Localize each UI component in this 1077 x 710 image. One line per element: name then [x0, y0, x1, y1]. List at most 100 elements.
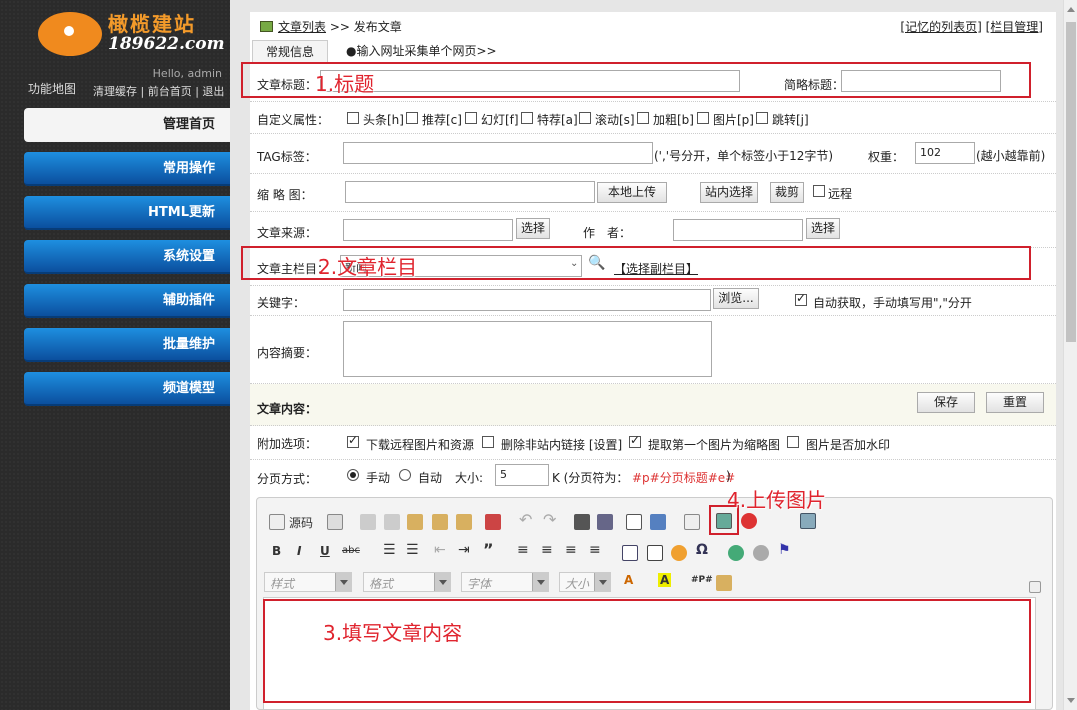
- download-remote-checkbox[interactable]: [347, 433, 359, 448]
- bold-icon[interactable]: B: [272, 544, 281, 558]
- format-select[interactable]: 格式: [363, 572, 451, 592]
- remove-links-checkbox[interactable]: [482, 436, 494, 448]
- size-input[interactable]: 5: [495, 464, 549, 486]
- nav-plugins[interactable]: 辅助插件: [24, 284, 230, 318]
- weight-input[interactable]: 102: [915, 142, 975, 164]
- text-color-icon[interactable]: A: [624, 573, 633, 587]
- category-manage-link[interactable]: [栏目管理]: [986, 20, 1043, 34]
- auto-keywords-checkbox[interactable]: [795, 291, 807, 306]
- font-select[interactable]: 字体: [461, 572, 549, 592]
- source-button-label[interactable]: 源码: [289, 514, 313, 531]
- nav-system-settings[interactable]: 系统设置: [24, 240, 230, 274]
- style-select[interactable]: 样式: [264, 572, 352, 592]
- maximize-icon[interactable]: [800, 513, 816, 529]
- paste-text-icon[interactable]: [432, 514, 448, 530]
- author-input[interactable]: [673, 219, 803, 241]
- source-icon[interactable]: [269, 514, 285, 530]
- insert-code-icon[interactable]: [716, 575, 732, 591]
- browse-button[interactable]: 浏览...: [713, 288, 759, 309]
- nav-channel-models[interactable]: 频道模型: [24, 372, 230, 406]
- attr-checkbox-j[interactable]: [756, 112, 768, 124]
- scroll-down-icon[interactable]: [1067, 698, 1075, 703]
- source-input[interactable]: [343, 219, 513, 241]
- undo-icon[interactable]: ↶: [519, 510, 532, 529]
- pagebreak-icon[interactable]: #P#: [691, 575, 713, 585]
- keywords-input[interactable]: [343, 289, 711, 311]
- thumbnail-input[interactable]: [345, 181, 595, 203]
- attr-checkbox-s[interactable]: [579, 112, 591, 124]
- align-center-icon[interactable]: ≡: [541, 542, 553, 558]
- find-icon[interactable]: [574, 514, 590, 530]
- print-icon[interactable]: [485, 514, 501, 530]
- cut-icon[interactable]: [360, 514, 376, 530]
- flash-icon[interactable]: [741, 513, 757, 529]
- article-list-link[interactable]: 文章列表: [278, 20, 326, 34]
- ordered-list-icon[interactable]: ☰: [383, 542, 396, 558]
- underline-icon[interactable]: U: [320, 544, 330, 558]
- collapse-toolbar-icon[interactable]: [1029, 581, 1041, 593]
- tab-general-info[interactable]: 常规信息: [252, 40, 328, 62]
- clear-cache-link[interactable]: 清理缓存: [93, 85, 137, 98]
- preview-icon[interactable]: [684, 514, 700, 530]
- replace-icon[interactable]: [597, 514, 613, 530]
- crop-button[interactable]: 裁剪: [770, 182, 804, 203]
- remembered-list-link[interactable]: [记忆的列表页]: [900, 20, 981, 34]
- remote-checkbox[interactable]: [813, 185, 825, 197]
- copy-icon[interactable]: [384, 514, 400, 530]
- attr-checkbox-h[interactable]: [347, 112, 359, 124]
- site-select-button[interactable]: 站内选择: [700, 182, 758, 203]
- blockquote-icon[interactable]: ”: [483, 540, 494, 559]
- paging-auto-radio[interactable]: [399, 469, 411, 481]
- size-select[interactable]: 大小: [559, 572, 611, 592]
- summary-textarea[interactable]: [343, 321, 712, 377]
- table-icon[interactable]: [622, 545, 638, 561]
- select-all-icon[interactable]: [626, 514, 642, 530]
- tab-collect-url[interactable]: ●输入网址采集单个网页>>: [346, 40, 497, 62]
- eraser-icon[interactable]: [650, 514, 666, 530]
- strikethrough-icon[interactable]: abc: [342, 545, 360, 556]
- horizontal-rule-icon[interactable]: [647, 545, 663, 561]
- redo-icon[interactable]: ↷: [543, 510, 556, 529]
- paging-manual-radio[interactable]: [347, 469, 359, 481]
- bg-color-icon[interactable]: A: [658, 573, 672, 587]
- align-right-icon[interactable]: ≡: [565, 542, 577, 558]
- site-logo[interactable]: 橄榄建站 189622.com: [38, 8, 225, 58]
- nav-common-ops[interactable]: 常用操作: [24, 152, 230, 186]
- attr-checkbox-f[interactable]: [465, 112, 477, 124]
- outdent-icon[interactable]: ⇤: [434, 542, 446, 558]
- author-select-button[interactable]: 选择: [806, 218, 840, 239]
- align-left-icon[interactable]: ≡: [517, 542, 529, 558]
- extract-thumb-checkbox[interactable]: [629, 433, 641, 448]
- logout-link[interactable]: 退出: [202, 85, 224, 98]
- document-icon[interactable]: [327, 514, 343, 530]
- paste-icon[interactable]: [407, 514, 423, 530]
- smiley-icon[interactable]: [671, 545, 687, 561]
- unordered-list-icon[interactable]: ☰: [406, 542, 419, 558]
- italic-icon[interactable]: I: [297, 544, 301, 558]
- attr-checkbox-a[interactable]: [521, 112, 533, 124]
- unlink-icon[interactable]: [753, 545, 769, 561]
- special-char-icon[interactable]: Ω: [696, 542, 708, 558]
- scroll-thumb[interactable]: [1066, 22, 1076, 342]
- indent-icon[interactable]: ⇥: [458, 542, 470, 558]
- link-icon[interactable]: [728, 545, 744, 561]
- anchor-flag-icon[interactable]: ⚑: [778, 542, 791, 558]
- reset-button[interactable]: 重置: [986, 392, 1044, 413]
- scrollbar[interactable]: [1063, 0, 1077, 710]
- nav-admin-home[interactable]: 管理首页: [24, 108, 230, 142]
- save-button[interactable]: 保存: [917, 392, 975, 413]
- attr-checkbox-c[interactable]: [406, 112, 418, 124]
- attr-checkbox-b[interactable]: [637, 112, 649, 124]
- paste-word-icon[interactable]: [456, 514, 472, 530]
- frontend-home-link[interactable]: 前台首页: [148, 85, 192, 98]
- nav-html-update[interactable]: HTML更新: [24, 196, 230, 230]
- nav-batch-maintenance[interactable]: 批量维护: [24, 328, 230, 362]
- attr-checkbox-p[interactable]: [697, 112, 709, 124]
- local-upload-button[interactable]: 本地上传: [597, 182, 667, 203]
- tag-input[interactable]: [343, 142, 653, 164]
- justify-icon[interactable]: ≡: [589, 542, 601, 558]
- feature-map-link[interactable]: 功能地图: [28, 80, 76, 97]
- scroll-up-icon[interactable]: [1067, 7, 1075, 12]
- source-select-button[interactable]: 选择: [516, 218, 550, 239]
- watermark-checkbox[interactable]: [787, 436, 799, 448]
